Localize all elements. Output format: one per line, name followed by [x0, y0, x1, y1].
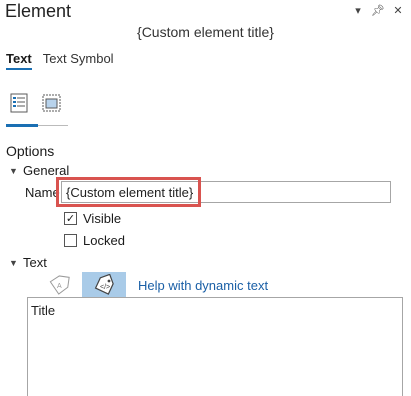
tab-text-symbol[interactable]: Text Symbol	[43, 51, 114, 70]
tab-bar: Text Text Symbol	[6, 51, 114, 70]
close-icon[interactable]: ✕	[391, 4, 405, 17]
chevron-down-icon: ▼	[9, 257, 18, 268]
name-label: Name	[25, 185, 60, 200]
locked-checkbox[interactable]	[64, 234, 77, 247]
placement-tab[interactable]	[38, 90, 64, 116]
placement-icon	[42, 94, 61, 112]
text-group-header[interactable]: ▼ Text	[9, 255, 47, 270]
options-header: Options	[6, 143, 55, 159]
element-subtitle: {Custom element title}	[137, 24, 274, 40]
pin-icon[interactable]: 📌︎	[371, 4, 385, 17]
subtab-divider	[38, 125, 68, 126]
text-content-area[interactable]: Title	[27, 297, 403, 396]
locked-label: Locked	[83, 233, 125, 248]
general-label: General	[23, 163, 70, 178]
visible-row[interactable]: ✓ Visible	[64, 211, 121, 226]
pane-controls: ▾ 📌︎ ✕	[351, 4, 405, 17]
dynamic-text-button[interactable]: </>	[82, 272, 126, 298]
text-properties-tab[interactable]	[6, 90, 32, 116]
text-properties-icon	[10, 93, 28, 113]
tag-icon: A	[49, 275, 70, 295]
help-dynamic-text-link[interactable]: Help with dynamic text	[138, 278, 268, 293]
name-input[interactable]	[61, 181, 391, 203]
sub-tab-bar	[6, 90, 64, 116]
visible-label: Visible	[83, 211, 122, 226]
svg-text:</>: </>	[100, 284, 110, 291]
tab-text[interactable]: Text	[6, 51, 32, 70]
dynamic-tag-icon: </>	[94, 274, 114, 295]
dynamic-text-tag-button[interactable]: A	[46, 273, 72, 297]
locked-row[interactable]: Locked	[64, 233, 125, 248]
active-subtab-indicator	[6, 124, 38, 127]
dynamic-text-row: A </> Help with dynamic text	[46, 272, 268, 298]
svg-text:A: A	[57, 283, 62, 290]
general-group-header[interactable]: ▼ General	[9, 163, 69, 178]
dropdown-icon[interactable]: ▾	[351, 4, 365, 17]
visible-checkbox[interactable]: ✓	[64, 212, 77, 225]
text-group-label: Text	[23, 255, 47, 270]
chevron-down-icon: ▼	[9, 165, 18, 176]
pane-title: Element	[5, 1, 72, 21]
